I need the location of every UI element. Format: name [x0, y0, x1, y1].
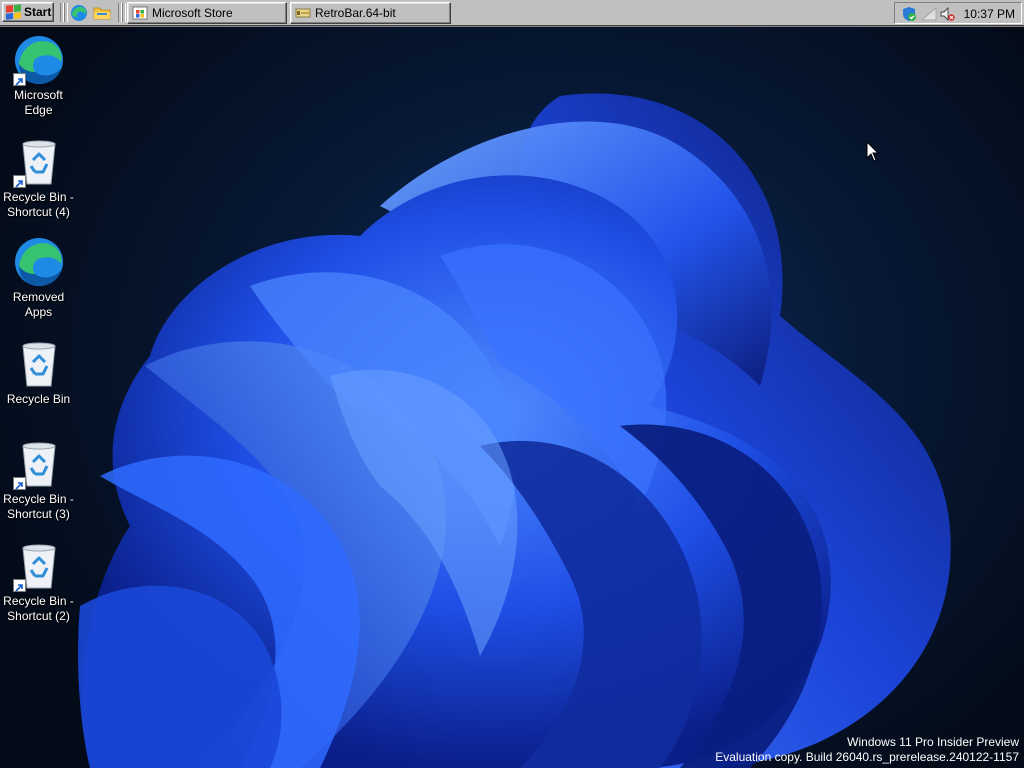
network-icon[interactable]	[921, 6, 937, 22]
task-button-retrobar[interactable]: RetroBar.64-bit	[290, 2, 451, 24]
edge-icon	[14, 238, 63, 286]
recycle-bin-icon	[21, 342, 56, 387]
desktop-icon-label: Recycle Bin - Shortcut (4)	[3, 190, 74, 219]
desktop-icon-label: Recycle Bin - Shortcut (3)	[3, 492, 74, 521]
desktop-icon-recycle-bin-shortcut-2[interactable]: Recycle Bin - Shortcut (2)	[0, 540, 77, 624]
evaluation-watermark: Windows 11 Pro Insider Preview Evaluatio…	[715, 735, 1019, 765]
toolbar-grip[interactable]	[122, 3, 126, 22]
defender-shield-icon[interactable]	[901, 6, 917, 22]
shortcut-arrow-icon	[12, 175, 26, 188]
toolbar-grip[interactable]	[64, 3, 68, 22]
shortcut-arrow-icon	[12, 477, 26, 490]
store-icon	[132, 6, 148, 20]
mouse-cursor-icon	[866, 141, 880, 162]
watermark-line-1: Windows 11 Pro Insider Preview	[847, 735, 1019, 749]
shortcut-arrow-icon	[12, 73, 26, 86]
shortcut-arrow-icon	[12, 579, 26, 592]
start-label: Start	[24, 5, 52, 19]
desktop-icon-label: Removed Apps	[12, 290, 65, 319]
bloom-wallpaper	[78, 93, 951, 768]
task-button-label: Microsoft Store	[152, 6, 233, 20]
task-button-microsoft-store[interactable]: Microsoft Store	[127, 2, 287, 24]
windows-logo-icon	[6, 4, 21, 20]
speaker-muted-icon[interactable]	[939, 6, 955, 22]
desktop-icon-microsoft-edge[interactable]: Microsoft Edge	[0, 34, 77, 118]
watermark-line-2: Evaluation copy. Build 26040.rs_prerelea…	[715, 750, 1019, 764]
desktop-icon-removed-apps[interactable]: Removed Apps	[0, 236, 77, 320]
desktop-icon-recycle-bin-shortcut-4[interactable]: Recycle Bin - Shortcut (4)	[0, 136, 77, 220]
system-tray: 10:37 PM	[894, 2, 1022, 24]
desktop-icon-label: Recycle Bin	[6, 392, 71, 406]
taskbar: Start Microsoft Store RetroBar.64-bit 10…	[0, 0, 1024, 27]
desktop-icon-label: Recycle Bin - Shortcut (2)	[3, 594, 74, 623]
folder-icon[interactable]	[93, 4, 111, 22]
desktop-icon-recycle-bin-shortcut-3[interactable]: Recycle Bin - Shortcut (3)	[0, 438, 77, 522]
desktop-icon-recycle-bin[interactable]: Recycle Bin	[0, 338, 77, 407]
desktop[interactable]: Microsoft Edge Recycle Bin - Shortcut (4…	[0, 26, 1024, 768]
start-button[interactable]: Start	[2, 2, 54, 22]
edge-icon[interactable]	[70, 4, 88, 22]
retrobar-icon	[295, 8, 311, 18]
clock[interactable]: 10:37 PM	[964, 7, 1015, 21]
desktop-icon-label: Microsoft Edge	[14, 88, 63, 117]
task-button-label: RetroBar.64-bit	[315, 6, 396, 20]
